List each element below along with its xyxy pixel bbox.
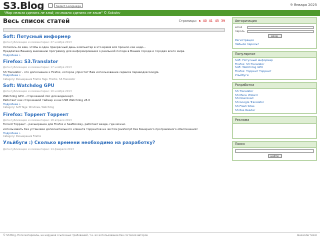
post-meta: Дата публикации и комментарии: 14 феврал…	[3, 147, 74, 151]
page-link[interactable]: 41	[209, 19, 213, 23]
dev-box: Разработка S3.Translator S3.Menu Wizard …	[232, 81, 317, 115]
google-icon	[48, 3, 53, 8]
auth-box: Авторизация email пароль вход Регистраци…	[232, 17, 317, 49]
dev-link[interactable]: S3.Rss Reader	[235, 108, 314, 113]
footer-author[interactable]: Alexander Sokol	[297, 234, 317, 237]
header-quote: "Мир нельзя сделать не злой, но можно сд…	[4, 10, 121, 15]
login-row: email	[235, 25, 314, 30]
post-tags: Category: Расширения Firefox	[3, 134, 42, 138]
post-title[interactable]: Soft: Watchdog GPU	[3, 84, 225, 90]
post-title[interactable]: Ульйбуги :) Сколько времени необходимо н…	[3, 141, 225, 147]
post-item: Firefox: Торрент Торрент Дата публикации…	[3, 113, 225, 139]
language-select[interactable]: Select Language	[54, 3, 84, 8]
pagination: Страницы: в 40 41 45 39	[179, 19, 225, 23]
popular-link[interactable]: Ульйбуги	[235, 73, 314, 78]
post-item: Firefox: S3.Translator Дата публикации и…	[3, 60, 225, 81]
login-label: email	[235, 25, 243, 29]
post-title[interactable]: Firefox: Торрент Торрент	[3, 113, 225, 119]
main-content: Весь список статей Страницы: в 40 41 45 …	[3, 18, 225, 151]
popular-box: Популярное Soft: Потусный информер Firef…	[232, 50, 317, 80]
page-link[interactable]: 39	[221, 19, 225, 23]
page-header: S3.Blog Select Language 9 Января 2025 "М…	[0, 0, 320, 17]
forgot-password-link[interactable]: Забыли пароль?	[235, 42, 314, 47]
post-item: Ульйбуги :) Сколько времени необходимо н…	[3, 141, 225, 151]
page-footer: © S3.Blog. Если материалы, не нарушая сс…	[0, 232, 320, 242]
page-link[interactable]: 40	[203, 19, 207, 23]
search-box: Поиск найти	[232, 140, 317, 161]
ads-box: Реклама	[232, 116, 317, 139]
post-item: Soft: Потусный информер Дата публикации …	[3, 35, 225, 57]
page-link[interactable]: в	[199, 19, 201, 23]
post-item: Soft: Watchdog GPU Дата публикации и ком…	[3, 84, 225, 110]
page-link[interactable]: 45	[215, 19, 219, 23]
login-input[interactable]	[247, 25, 314, 30]
sidebar: Авторизация email пароль вход Регистраци…	[232, 17, 317, 163]
post-tags: Category: Soft Tags: Windows, Watchdog	[3, 106, 55, 110]
search-input[interactable]	[235, 149, 314, 153]
read-more-link[interactable]: Подробнее »	[3, 54, 225, 57]
search-button[interactable]: найти	[267, 153, 282, 158]
current-date: 9 Января 2025	[290, 3, 317, 7]
post-text: использовать без установки дополнительно…	[3, 126, 198, 131]
footer-copyright: © S3.Blog. Если материалы, не нарушая сс…	[3, 234, 148, 237]
post-title[interactable]: Soft: Потусный информер	[3, 35, 225, 41]
pagination-label: Страницы:	[178, 19, 197, 23]
quote-bar: "Мир нельзя сделать не злой, но можно сд…	[0, 10, 320, 16]
post-meta: Дата публикации и комментарии: 27 ноября…	[3, 41, 72, 45]
password-label: пароль	[235, 29, 245, 33]
post-tags: Category: Расширения Firefox Tags: Firef…	[3, 77, 76, 81]
password-input[interactable]	[247, 29, 314, 34]
title-divider	[3, 27, 225, 32]
password-row: пароль	[235, 29, 314, 34]
language-selector[interactable]: Select Language	[48, 3, 84, 8]
login-button[interactable]: вход	[267, 34, 282, 39]
